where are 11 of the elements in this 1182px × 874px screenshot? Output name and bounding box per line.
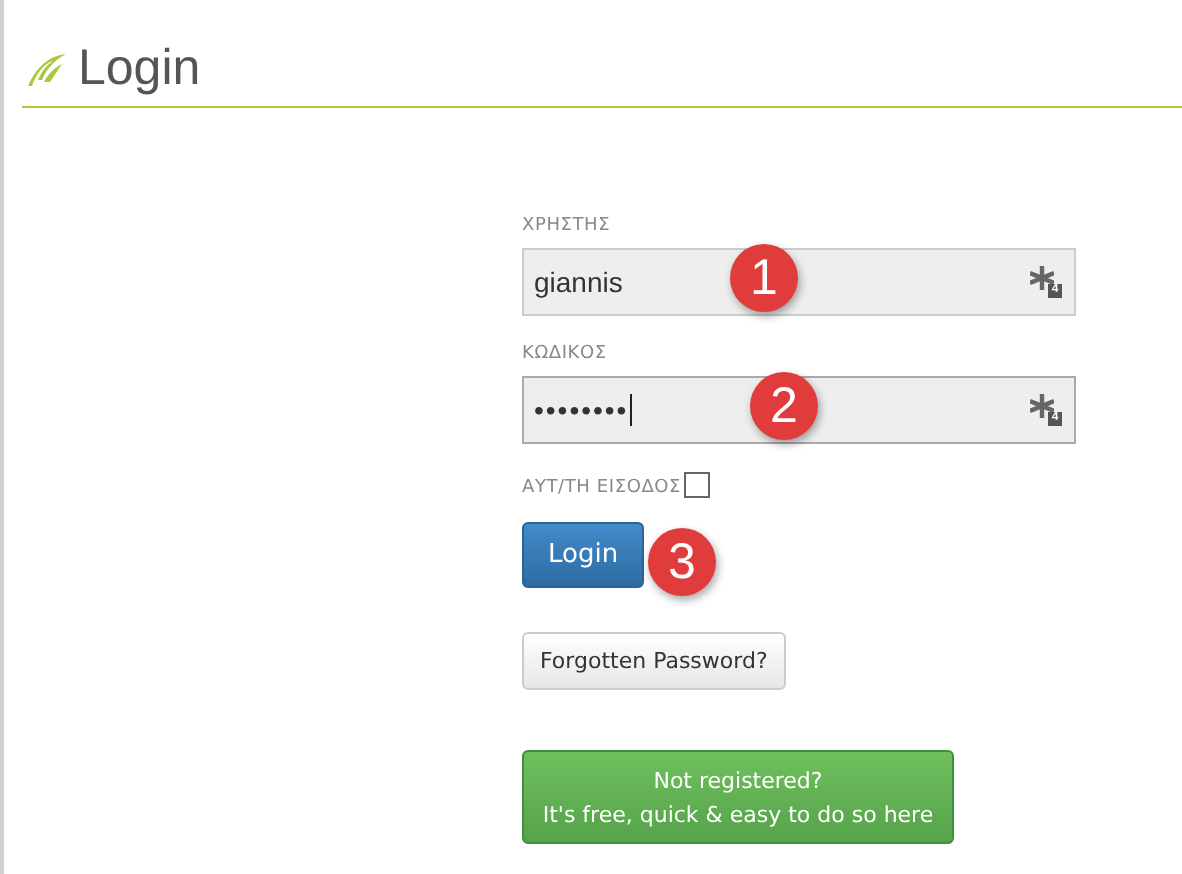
remember-label: ΑΥΤ/ΤΗ ΕΙΣΟΔΟΣ: [522, 472, 1076, 498]
leaf-logo-icon: [26, 51, 70, 87]
field-label: ΧΡΗΣΤΗΣ: [522, 216, 613, 236]
login-button[interactable]: Login: [522, 522, 645, 588]
forgotten-password-button[interactable]: Forgotten Password?: [522, 632, 786, 690]
step-number-badge: 3: [648, 528, 716, 596]
step-number-badge: 2: [750, 372, 818, 440]
step-number-badge: 1: [730, 244, 798, 312]
field-label: ΚΩΔΙΚΟΣ: [522, 344, 609, 364]
remember-checkbox[interactable]: [683, 472, 710, 498]
page-title: Login: [78, 40, 201, 98]
